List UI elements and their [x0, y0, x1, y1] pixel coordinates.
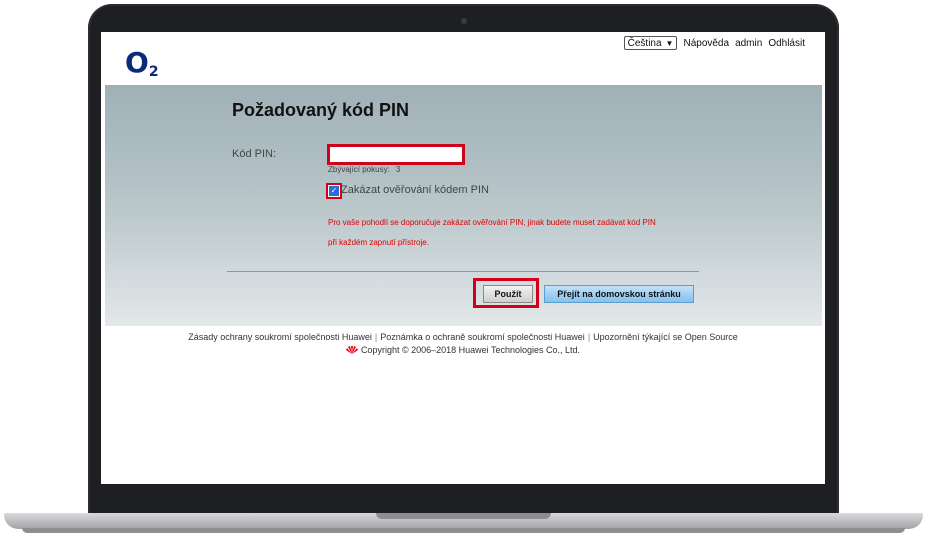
copyright-text: Copyright © 2006–2018 Huawei Technologie… — [360, 345, 581, 355]
disable-pin-checkbox[interactable]: ✓ — [326, 183, 342, 199]
separator: | — [587, 332, 591, 342]
attempts-label: Zbývající pokusy: — [328, 165, 390, 174]
privacy-notice-link[interactable]: Poznámka o ochraně soukromí společnosti … — [380, 332, 585, 342]
apply-button[interactable]: Použít — [483, 285, 533, 303]
remaining-attempts: Zbývající pokusy: 3 — [328, 165, 400, 174]
browser-screen: O2 Čeština ▼ Nápověda admin Odhlásit Pož… — [101, 32, 825, 484]
help-link[interactable]: Nápověda — [683, 38, 729, 49]
top-navigation: Čeština ▼ Nápověda admin Odhlásit — [623, 36, 805, 50]
camera-dot — [461, 18, 467, 24]
pin-panel: Požadovaný kód PIN Kód PIN: Zbývající po… — [105, 85, 822, 326]
username: admin — [735, 37, 763, 49]
language-select-value: Čeština — [627, 37, 662, 49]
divider — [227, 271, 699, 272]
pin-warning: Pro vaše pohodlí se doporučuje zakázat o… — [328, 213, 656, 253]
warning-line-2: při každém zapnutí přístroje. — [328, 238, 429, 247]
disable-pin-label[interactable]: Zakázat ověřování kódem PIN — [341, 184, 489, 196]
footer-links: Zásady ochrany soukromí společnosti Huaw… — [101, 332, 825, 342]
pin-input[interactable] — [327, 144, 465, 165]
go-home-button[interactable]: Přejít na domovskou stránku — [544, 285, 694, 303]
warning-line-1: Pro vaše pohodlí se doporučuje zakázat o… — [328, 218, 656, 227]
separator: | — [374, 332, 378, 342]
footer: Zásady ochrany soukromí společnosti Huaw… — [101, 332, 825, 355]
page-title: Požadovaný kód PIN — [232, 100, 410, 120]
language-select[interactable]: Čeština ▼ — [623, 36, 678, 50]
o2-logo-sub: 2 — [148, 64, 159, 80]
o2-logo: O2 — [125, 46, 159, 80]
copyright: Copyright © 2006–2018 Huawei Technologie… — [101, 345, 825, 355]
privacy-policy-link[interactable]: Zásady ochrany soukromí společnosti Huaw… — [188, 332, 372, 342]
laptop-notch — [376, 513, 551, 519]
pin-label: Kód PIN: — [232, 148, 277, 160]
checkmark-icon: ✓ — [329, 186, 339, 196]
attempts-value: 3 — [395, 165, 401, 174]
huawei-logo-icon — [345, 346, 358, 354]
chevron-down-icon: ▼ — [665, 38, 674, 48]
o2-logo-main: O — [125, 46, 149, 79]
open-source-link[interactable]: Upozornění týkající se Open Source — [593, 332, 738, 342]
logout-link[interactable]: Odhlásit — [768, 38, 805, 49]
laptop-feet — [22, 528, 905, 533]
